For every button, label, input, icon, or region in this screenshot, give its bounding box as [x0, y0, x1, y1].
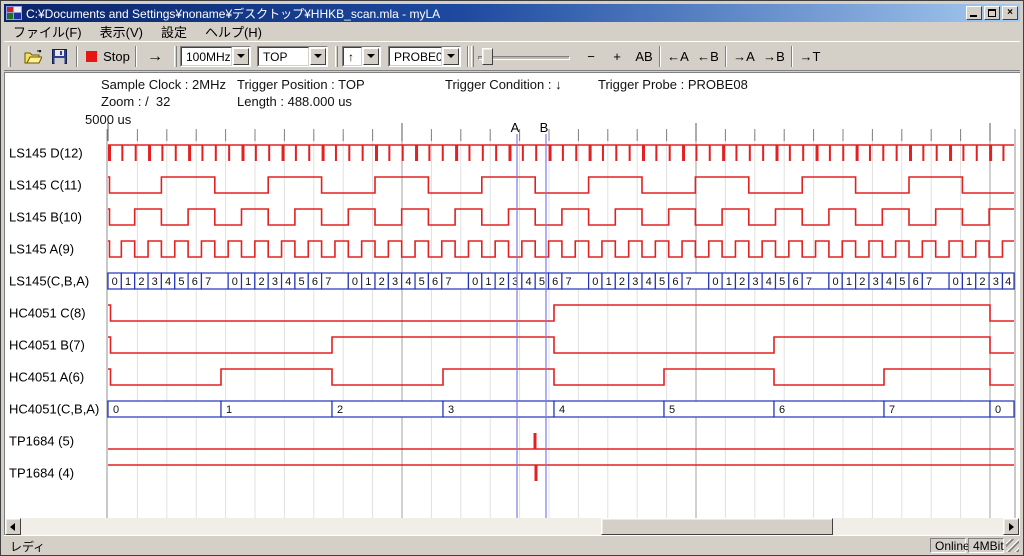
scroll-right-button[interactable] [1003, 518, 1019, 535]
run-button[interactable]: → [140, 46, 170, 67]
toolbar-separator [467, 46, 469, 67]
sample-clock-info: Sample Clock : 2MHz [101, 77, 226, 92]
horizontal-scrollbar[interactable] [5, 518, 1019, 535]
trigger-edge-value: ↑ [344, 50, 354, 64]
menu-help[interactable]: ヘルプ(H) [196, 20, 271, 43]
trigger-probe-value: PROBE00 [390, 50, 442, 64]
arrow-right-icon [1009, 523, 1014, 531]
maximize-icon [988, 9, 996, 17]
plus-icon: + [613, 49, 621, 64]
chevron-down-icon [367, 54, 375, 58]
toolbar-separator [725, 46, 727, 67]
minimize-button[interactable] [966, 6, 982, 20]
toolbar-gripper[interactable] [335, 46, 338, 67]
resize-grip[interactable] [1006, 539, 1019, 552]
time-scale-label: 5000 us [85, 112, 131, 127]
zoom-out-button[interactable]: − [580, 46, 602, 67]
move-cursor-b-right-button[interactable]: →B [760, 46, 788, 67]
window-title: C:¥Documents and Settings¥noname¥デスクトップ¥… [26, 5, 440, 22]
open-file-button[interactable] [20, 46, 46, 67]
app-icon [6, 6, 22, 20]
floppy-save-icon [52, 49, 67, 64]
toolbar-gripper[interactable] [471, 46, 474, 67]
stop-icon [86, 51, 97, 62]
trigger-position-info: Trigger Position : TOP [237, 77, 365, 92]
sample-clock-value: 100MHz [182, 50, 231, 64]
status-ready-text: レディ [10, 538, 45, 555]
length-info: Length : 488.000 us [237, 94, 352, 109]
move-cursor-a-right-button[interactable]: →A [730, 46, 758, 67]
menu-file[interactable]: ファイル(F) [4, 20, 91, 43]
trigger-probe-dropdown-button[interactable] [443, 48, 459, 65]
goto-trigger-button[interactable]: →T [796, 46, 824, 67]
move-cursor-b-left-button[interactable]: ←B [694, 46, 722, 67]
move-cursor-a-left-button[interactable]: ←A [664, 46, 692, 67]
status-bar: レディ Online 4MBit [4, 535, 1020, 553]
zoom-info: Zoom : / 32 [101, 94, 170, 109]
trigger-probe-info: Trigger Probe : PROBE08 [598, 77, 748, 92]
toolbar-separator [76, 46, 78, 67]
toolbar-separator [659, 46, 661, 67]
save-button[interactable] [46, 46, 72, 67]
maximize-button[interactable] [984, 6, 1000, 20]
menu-view[interactable]: 表示(V) [91, 20, 152, 43]
trigger-position-dropdown-button[interactable] [310, 48, 326, 65]
status-memory-badge: 4MBit [968, 538, 1004, 553]
menu-settings[interactable]: 設定 [152, 20, 196, 43]
scrollbar-thumb[interactable] [601, 518, 833, 535]
chevron-down-icon [314, 54, 322, 58]
trigger-edge-dropdown-button[interactable] [363, 48, 379, 65]
toolbar: Stop → 100MHz TOP ↑ PROBE00 − + [4, 41, 1020, 71]
sample-clock-combo[interactable]: 100MHz [180, 46, 251, 67]
run-arrow-icon: → [147, 48, 163, 66]
waveform-client-area [4, 72, 1020, 536]
chevron-down-icon [237, 54, 245, 58]
status-online-badge: Online [930, 538, 966, 553]
zoom-slider-handle[interactable] [482, 48, 493, 65]
trigger-condition-info: Trigger Condition : ↓ [445, 77, 562, 92]
menu-bar: ファイル(F) 表示(V) 設定 ヘルプ(H) [4, 22, 1020, 41]
close-button[interactable]: × [1002, 6, 1018, 20]
zoom-in-button[interactable]: + [606, 46, 628, 67]
open-folder-icon [24, 50, 42, 64]
minus-icon: − [587, 49, 595, 64]
trigger-edge-combo[interactable]: ↑ [342, 46, 381, 67]
trigger-probe-combo[interactable]: PROBE00 [388, 46, 461, 67]
trigger-position-combo[interactable]: TOP [257, 46, 328, 67]
stop-button[interactable]: Stop [84, 46, 132, 67]
toolbar-separator [135, 46, 137, 67]
toolbar-separator [791, 46, 793, 67]
toolbar-gripper[interactable] [8, 46, 11, 67]
stop-label: Stop [103, 49, 130, 64]
sample-clock-dropdown-button[interactable] [233, 48, 249, 65]
trigger-position-value: TOP [259, 50, 287, 64]
close-icon: × [1007, 7, 1013, 18]
app-window: C:¥Documents and Settings¥noname¥デスクトップ¥… [0, 0, 1024, 556]
ab-range-button[interactable]: AB [631, 46, 657, 67]
arrow-left-icon [10, 523, 15, 531]
chevron-down-icon [447, 54, 455, 58]
toolbar-gripper[interactable] [174, 46, 177, 67]
scroll-left-button[interactable] [5, 518, 21, 535]
minimize-icon [970, 15, 977, 17]
